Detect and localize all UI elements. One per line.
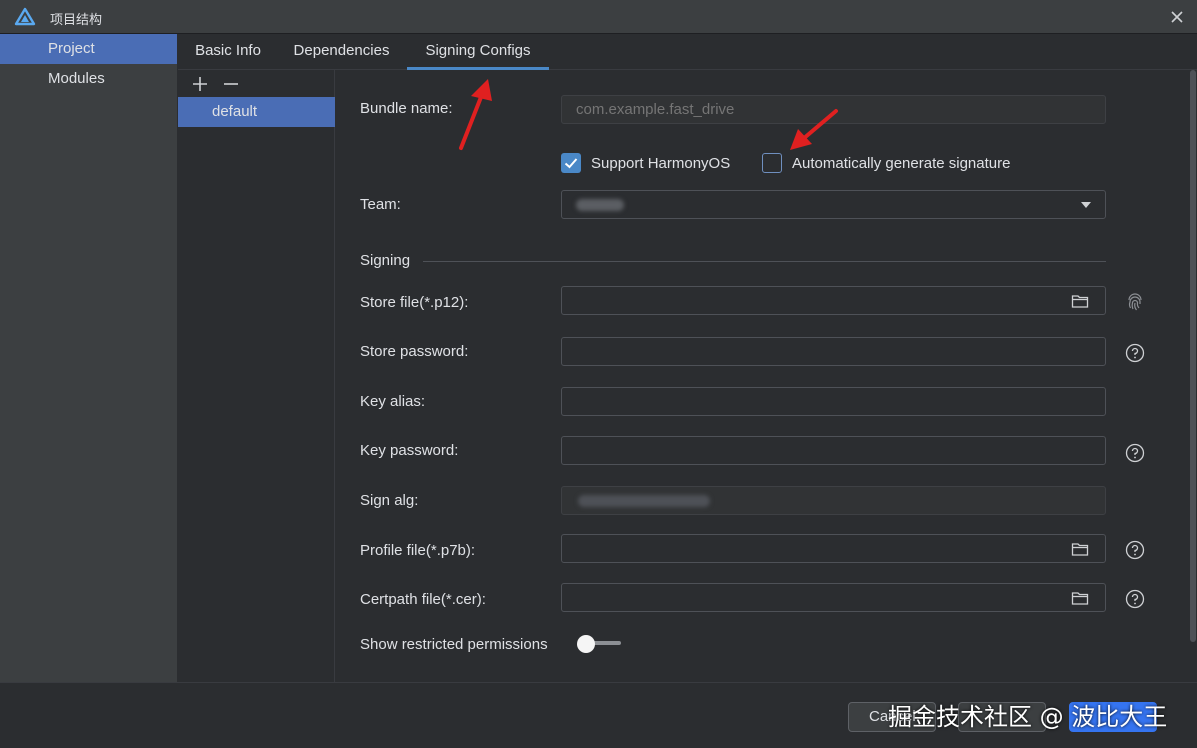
toggle-knob (577, 635, 595, 653)
tab-signing-configs[interactable]: Signing Configs (407, 34, 549, 70)
window-title: 项目结构 (50, 12, 103, 27)
nav-item-project[interactable]: Project (0, 34, 177, 64)
show-restricted-permissions-label: Show restricted permissions (360, 636, 548, 653)
bundle-name-field (561, 95, 1106, 124)
folder-icon[interactable] (1071, 541, 1089, 557)
plus-icon[interactable] (192, 76, 208, 92)
team-label: Team: (360, 196, 401, 213)
signing-config-form: Bundle name: Support HarmonyOS Automatic… (335, 70, 1187, 682)
tab-bar: Basic Info Dependencies Signing Configs (178, 34, 1197, 70)
store-password-field[interactable] (561, 337, 1106, 366)
store-file-label: Store file(*.p12): (360, 294, 469, 311)
signing-config-list: default (178, 70, 335, 682)
help-icon[interactable] (1125, 443, 1145, 463)
support-harmonyos-checkbox[interactable] (561, 153, 581, 173)
key-password-field[interactable] (561, 436, 1106, 465)
tab-basic-info[interactable]: Basic Info (184, 34, 272, 70)
title-bar: 项目结构 (0, 0, 1197, 34)
profile-file-field[interactable] (561, 534, 1106, 563)
help-icon[interactable] (1125, 589, 1145, 609)
fingerprint-icon[interactable] (1125, 292, 1145, 312)
key-alias-label: Key alias: (360, 393, 426, 410)
auto-generate-signature-checkbox[interactable] (762, 153, 782, 173)
config-item-default[interactable]: default (178, 97, 335, 127)
team-dropdown[interactable] (561, 190, 1106, 219)
chevron-down-icon (1081, 202, 1091, 208)
sign-alg-field (561, 486, 1106, 515)
folder-icon[interactable] (1071, 590, 1089, 606)
vertical-scrollbar[interactable] (1190, 70, 1196, 642)
deveco-logo-icon (14, 7, 36, 26)
store-password-label: Store password: (360, 343, 469, 360)
support-harmonyos-label[interactable]: Support HarmonyOS (591, 155, 730, 172)
certpath-file-field[interactable] (561, 583, 1106, 612)
checkmark-icon (564, 158, 578, 169)
section-divider (423, 261, 1106, 262)
help-icon[interactable] (1125, 540, 1145, 560)
project-structure-nav: Project Modules (0, 34, 178, 682)
auto-generate-signature-label[interactable]: Automatically generate signature (792, 155, 1010, 172)
show-restricted-permissions-toggle[interactable] (577, 635, 623, 653)
watermark-text: 掘金技术社区 @ 波比大王 (888, 703, 1168, 731)
profile-file-label: Profile file(*.p7b): (360, 542, 476, 559)
nav-item-modules[interactable]: Modules (0, 64, 177, 94)
tab-dependencies[interactable]: Dependencies (285, 34, 398, 70)
sign-alg-label: Sign alg: (360, 492, 419, 509)
key-password-label: Key password: (360, 442, 459, 459)
close-icon[interactable] (1166, 6, 1188, 28)
signing-section-title: Signing (360, 252, 411, 269)
bundle-name-label: Bundle name: (360, 100, 453, 117)
sign-alg-value-redacted (578, 495, 710, 507)
folder-icon[interactable] (1071, 293, 1089, 309)
help-icon[interactable] (1125, 343, 1145, 363)
certpath-file-label: Certpath file(*.cer): (360, 591, 486, 608)
store-file-field[interactable] (561, 286, 1106, 315)
team-value-redacted (576, 199, 624, 211)
key-alias-field[interactable] (561, 387, 1106, 416)
minus-icon[interactable] (223, 76, 239, 92)
